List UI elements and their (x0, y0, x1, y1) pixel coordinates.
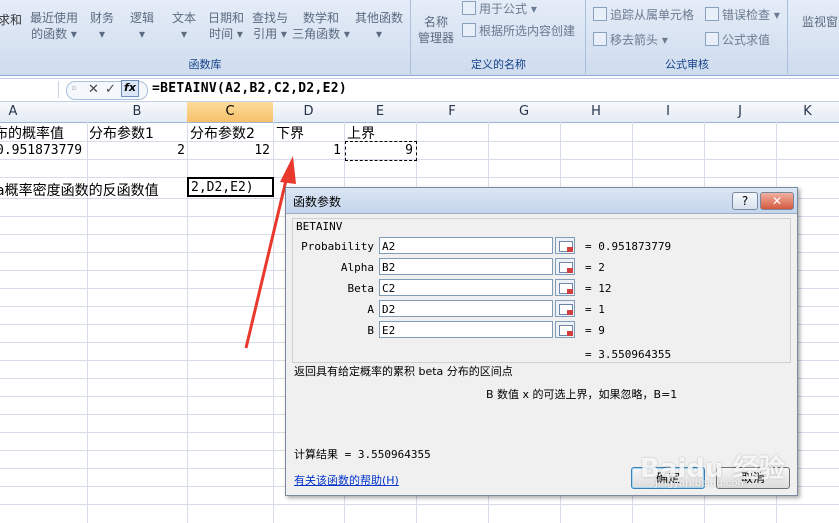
arg-input-beta[interactable]: C2 (379, 279, 553, 296)
cell-c2[interactable]: 12 (187, 143, 270, 158)
arg-label-probability: Probability (301, 240, 374, 253)
formula-result-inline: = 3.550964355 (585, 348, 672, 361)
arg-input-a[interactable]: D2 (379, 300, 553, 317)
logic-button[interactable]: 逻辑 ▾ (122, 10, 162, 42)
argument-help: B 数值 x 的可选上界，如果忽略，B=1 (486, 388, 678, 401)
dialog-titlebar[interactable]: 函数参数 ? ✕ (286, 188, 797, 214)
trace-dependents-button[interactable]: 追踪从属单元格 (593, 6, 694, 23)
defined-names-group: 名称 管理器 用于公式 ▾ 根据所选内容创建 定义的名称 (412, 0, 586, 74)
column-header-h[interactable]: H (560, 102, 633, 123)
cell-b1[interactable]: 分布参数1 (89, 123, 154, 143)
grid-line (0, 504, 839, 505)
recent-functions-button[interactable]: 最近使用 的函数 ▾ (28, 10, 80, 42)
ribbon: 求和 最近使用 的函数 ▾ 财务 ▾ 逻辑 ▾ 文本 ▾ 日期和 时间 ▾ 查找… (0, 0, 839, 76)
grid-line (0, 177, 839, 178)
cancel-icon[interactable]: ✕ (88, 82, 99, 97)
calculation-result: 计算结果 = 3.550964355 (294, 448, 431, 461)
collapse-dialog-icon[interactable] (555, 258, 575, 275)
column-header-b[interactable]: B (87, 102, 188, 123)
formula-auditing-group: 追踪从属单元格 错误检查 ▾ 移去箭头 ▾ 公式求值 公式审核 (587, 0, 788, 74)
column-header-k[interactable]: K (776, 102, 839, 123)
function-library-label: 函数库 (188, 58, 222, 71)
column-header-d[interactable]: D (273, 102, 345, 123)
arg-label-a: A (367, 303, 374, 316)
collapse-dialog-icon[interactable] (555, 237, 575, 254)
collapse-dialog-icon[interactable] (555, 279, 575, 296)
formula-bar: ◦ ✕ ✓ fx =BETAINV(A2,B2,C2,D2,E2) (0, 78, 839, 102)
arrow-head (280, 156, 296, 184)
arg-value-alpha: = 2 (585, 261, 605, 274)
arg-label-b: B (367, 324, 374, 337)
lookup-button[interactable]: 查找与 引用 ▾ (248, 10, 292, 42)
column-header-a[interactable]: A (0, 102, 27, 123)
column-header-i[interactable]: I (632, 102, 705, 123)
arg-label-beta: Beta (347, 282, 375, 295)
remove-arrows-button[interactable]: 移去箭头 ▾ (593, 31, 668, 48)
error-checking-button[interactable]: 错误检查 ▾ (705, 6, 780, 23)
cell-d2[interactable]: 1 (273, 143, 341, 158)
column-header-a-ext[interactable] (26, 102, 88, 123)
finance-button[interactable]: 财务 ▾ (82, 10, 122, 42)
collapse-dialog-icon[interactable] (555, 321, 575, 338)
remove-arrows-icon (593, 32, 607, 46)
name-box[interactable] (0, 81, 59, 98)
trace-dependents-icon (593, 7, 607, 21)
name-manager-button[interactable]: 名称 管理器 (414, 14, 458, 46)
close-icon[interactable]: ✕ (760, 192, 794, 210)
arg-value-probability: = 0.951873779 (585, 240, 672, 253)
arg-input-probability[interactable]: A2 (379, 237, 553, 254)
column-header-c[interactable]: C (187, 102, 274, 123)
cell-a1[interactable]: 布的概率值 (0, 123, 64, 143)
column-header-e[interactable]: E (344, 102, 417, 123)
column-header-f[interactable]: F (416, 102, 489, 123)
cell-e1[interactable]: 上界 (347, 123, 375, 143)
cell-d1[interactable]: 下界 (276, 123, 304, 143)
collapse-dialog-icon[interactable] (555, 300, 575, 317)
arg-value-a: = 1 (585, 303, 605, 316)
enter-icon[interactable]: ✓ (105, 82, 116, 97)
arg-value-b: = 9 (585, 324, 605, 337)
function-library-group: 求和 最近使用 的函数 ▾ 财务 ▾ 逻辑 ▾ 文本 ▾ 日期和 时间 ▾ 查找… (0, 0, 411, 74)
datetime-button[interactable]: 日期和 时间 ▾ (204, 10, 248, 42)
dialog-title: 函数参数 (293, 195, 342, 209)
arg-input-alpha[interactable]: B2 (379, 258, 553, 275)
more-functions-button[interactable]: 其他函数 ▾ (352, 10, 406, 42)
use-in-formula-button[interactable]: 用于公式 ▾ (462, 0, 537, 17)
arg-input-b[interactable]: E2 (379, 321, 553, 338)
watch-window-button[interactable]: 监视窗 (790, 14, 839, 30)
text-button[interactable]: 文本 ▾ (164, 10, 204, 42)
column-header-g[interactable]: G (488, 102, 561, 123)
autosum-button[interactable]: 求和 (0, 12, 26, 28)
defined-names-label: 定义的名称 (471, 58, 526, 71)
function-name: BETAINV (296, 220, 343, 233)
arg-value-beta: = 12 (585, 282, 612, 295)
function-help-link[interactable]: 有关该函数的帮助(H) (294, 472, 399, 488)
formula-auditing-label: 公式审核 (665, 58, 709, 71)
cell-a4[interactable]: a概率密度函数的反函数值 (0, 180, 159, 200)
function-description: 返回具有给定概率的累积 beta 分布的区间点 (294, 365, 513, 378)
cell-c1[interactable]: 分布参数2 (190, 123, 255, 143)
error-check-icon (705, 7, 719, 21)
formula-input[interactable]: =BETAINV(A2,B2,C2,D2,E2) (152, 81, 347, 96)
evaluate-formula-button[interactable]: 公式求值 (705, 31, 770, 48)
evaluate-icon (705, 32, 719, 46)
help-icon[interactable]: ? (732, 192, 758, 210)
dropdown-icon[interactable]: ◦ (70, 82, 78, 97)
fx-icon (462, 1, 476, 15)
create-from-selection-button[interactable]: 根据所选内容创建 (462, 22, 575, 39)
active-cell-text: 2,D2,E2) (191, 180, 254, 195)
column-header-j[interactable]: J (704, 102, 777, 123)
active-cell-c4[interactable]: 2,D2,E2) (187, 177, 274, 197)
watermark-url: jingyan.baidu.com (655, 478, 748, 489)
cell-b2[interactable]: 2 (87, 143, 185, 158)
create-names-icon (462, 23, 476, 37)
math-trig-button[interactable]: 数学和 三角函数 ▾ (292, 10, 350, 42)
insert-function-icon[interactable]: fx (121, 80, 139, 97)
grid-line (0, 159, 839, 160)
cell-a2[interactable]: 0.951873779 (0, 143, 82, 158)
cell-e2[interactable]: 9 (344, 143, 413, 158)
arg-label-alpha: Alpha (340, 261, 374, 274)
